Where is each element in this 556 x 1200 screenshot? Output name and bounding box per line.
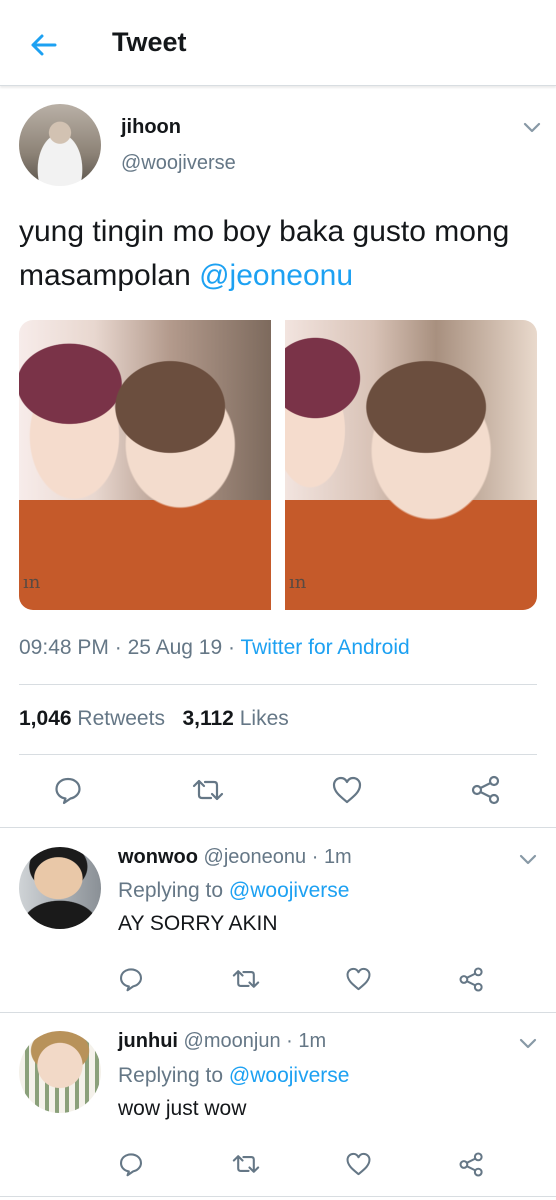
heart-icon: [332, 776, 362, 804]
reply-button[interactable]: [116, 1149, 146, 1179]
reply-time: 1m: [323, 846, 352, 868]
replying-to-link[interactable]: @woojiverse: [229, 1064, 350, 1087]
share-button[interactable]: [456, 1149, 486, 1179]
tweet-stats: 1,046 Retweets 3,112 Likes: [19, 707, 289, 731]
photo-watermark: ın: [23, 572, 41, 593]
reply-avatar[interactable]: [19, 1031, 101, 1113]
top-bar: Tweet: [0, 0, 556, 86]
tweet-meta: 09:48 PM · 25 Aug 19 · Twitter for Andro…: [19, 636, 410, 660]
reply-author-handle: @jeoneonu: [203, 846, 307, 868]
tweet-date: 25 Aug 19: [127, 636, 223, 659]
reply-icon: [55, 777, 81, 805]
photo-image: [19, 320, 271, 610]
tweet-photo-right[interactable]: ın: [285, 320, 537, 610]
retweet-icon: [232, 970, 260, 988]
reply-text: wow just wow: [118, 1097, 247, 1120]
retweet-icon: [232, 1155, 260, 1173]
likes-count: 3,112: [182, 707, 234, 730]
reply-text: AY SORRY AKIN: [118, 912, 278, 935]
heart-icon: [346, 1152, 370, 1176]
replying-to-link[interactable]: @woojiverse: [229, 879, 350, 902]
reply-dot: ·: [280, 1030, 299, 1052]
reply-avatar[interactable]: [19, 847, 101, 929]
like-button[interactable]: [329, 772, 365, 808]
retweet-button[interactable]: [230, 1149, 262, 1179]
reply-button[interactable]: [50, 772, 86, 808]
likes-label: Likes: [239, 707, 289, 730]
replying-prefix: Replying to: [118, 879, 229, 902]
author-handle[interactable]: @woojiverse: [121, 152, 236, 175]
replying-to: Replying to @woojiverse: [118, 879, 349, 903]
photo-image: [285, 320, 537, 610]
tweet-text: yung tingin mo boy baka gusto mong masam…: [19, 210, 539, 298]
reply-dot: ·: [306, 846, 324, 868]
share-icon: [459, 967, 483, 991]
share-icon: [471, 775, 500, 805]
like-button[interactable]: [343, 1149, 373, 1179]
retweets-count: 1,046: [19, 707, 72, 730]
arrow-left-icon: [31, 34, 57, 56]
meta-separator: ·: [222, 636, 241, 659]
tweet-photo-left[interactable]: ın: [19, 320, 271, 610]
author-avatar[interactable]: [19, 104, 101, 186]
reply-author-name: wonwoo: [118, 846, 198, 868]
retweets-stat[interactable]: 1,046 Retweets: [19, 707, 165, 730]
retweet-button[interactable]: [190, 772, 226, 808]
divider: [0, 827, 556, 828]
reply-time: 1m: [298, 1030, 327, 1052]
replying-to: Replying to @woojiverse: [118, 1064, 349, 1088]
tweet-source-link[interactable]: Twitter for Android: [240, 636, 409, 659]
divider: [0, 1012, 556, 1013]
author-name[interactable]: jihoon: [121, 116, 181, 139]
reply-button[interactable]: [116, 964, 146, 994]
meta-separator: ·: [108, 636, 128, 659]
retweets-label: Retweets: [77, 707, 165, 730]
retweet-button[interactable]: [230, 964, 262, 994]
photo-watermark: ın: [289, 572, 307, 593]
heart-icon: [346, 967, 370, 991]
divider: [0, 1196, 556, 1197]
chevron-down-icon[interactable]: [518, 1036, 538, 1050]
reply-author[interactable]: wonwoo @jeoneonu · 1m: [118, 846, 352, 869]
likes-stat[interactable]: 3,112 Likes: [182, 707, 288, 730]
tweet-time: 09:48 PM: [19, 636, 109, 659]
reply-author[interactable]: junhui @moonjun · 1m: [118, 1030, 326, 1053]
share-button[interactable]: [456, 964, 486, 994]
reply-author-handle: @moonjun: [183, 1030, 281, 1052]
replying-prefix: Replying to: [118, 1064, 229, 1087]
like-button[interactable]: [343, 964, 373, 994]
share-button[interactable]: [468, 772, 504, 808]
tweet-mention-link[interactable]: @jeoneonu: [199, 259, 353, 292]
share-icon: [459, 1152, 483, 1176]
retweet-icon: [192, 779, 224, 801]
back-button[interactable]: [26, 28, 60, 62]
divider: [19, 754, 537, 755]
chevron-down-icon[interactable]: [522, 120, 542, 134]
reply-author-name: junhui: [118, 1030, 178, 1052]
reply-icon: [119, 968, 143, 992]
divider: [19, 684, 537, 685]
page-title: Tweet: [112, 27, 187, 57]
chevron-down-icon[interactable]: [518, 852, 538, 866]
reply-icon: [119, 1153, 143, 1177]
